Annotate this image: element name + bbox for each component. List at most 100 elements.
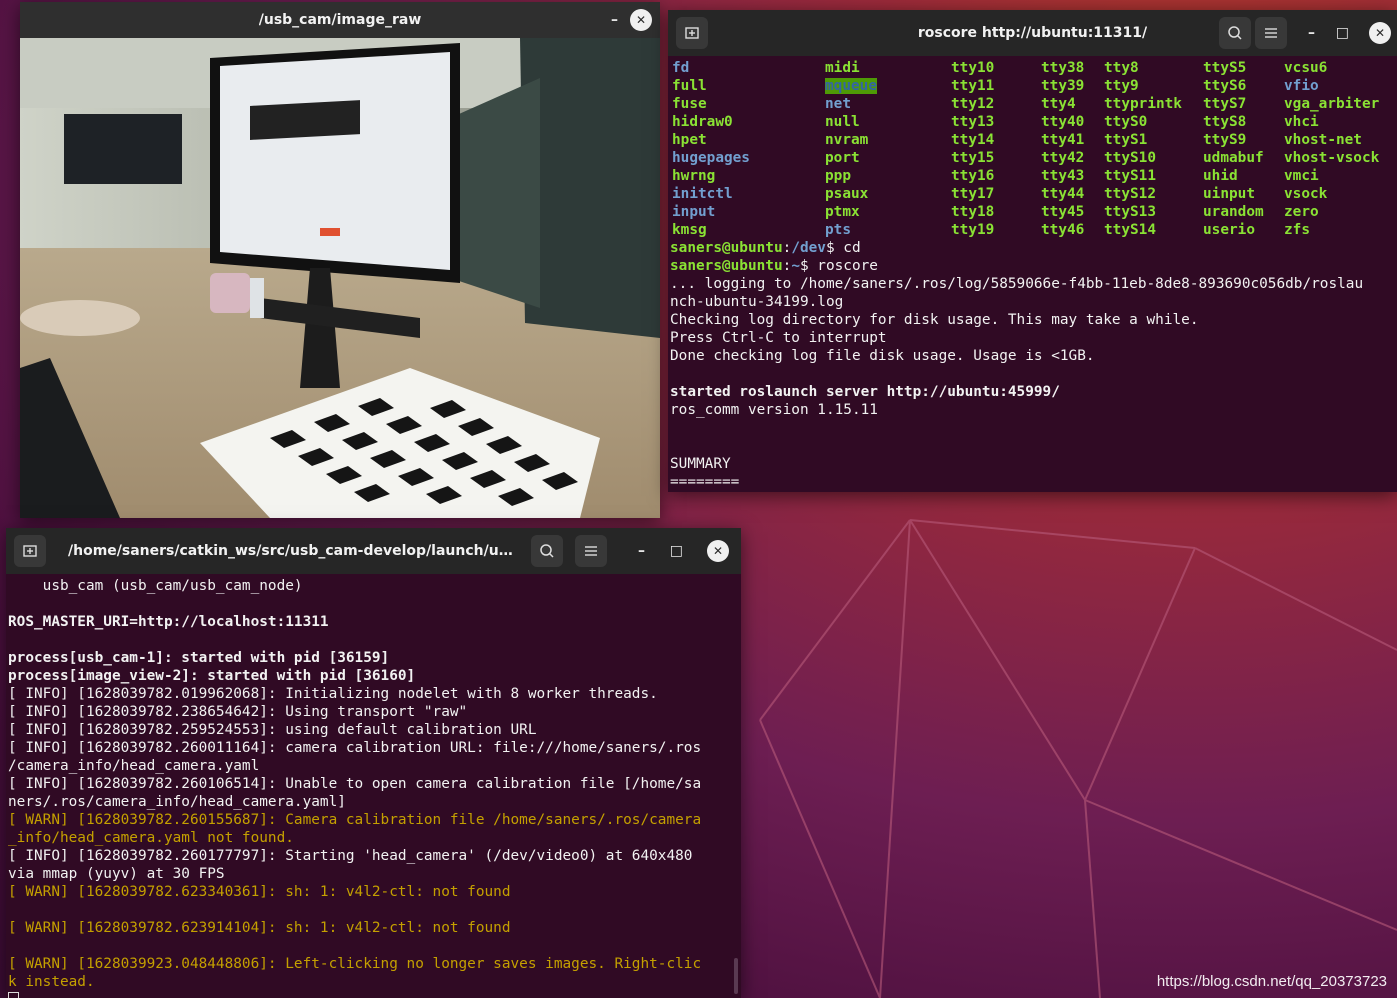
device-entry: null — [825, 114, 860, 130]
close-button[interactable]: ✕ — [630, 9, 652, 31]
usbcam-terminal-window[interactable]: /home/saners/catkin_ws/src/usb_cam-devel… — [6, 528, 741, 998]
device-entry: vga_arbiter — [1284, 96, 1380, 112]
terminal-line: ... logging to /home/saners/.ros/log/585… — [670, 276, 1364, 292]
terminal-line: ROS_MASTER_URI=http://localhost:11311 — [8, 614, 329, 630]
device-entry: zfs — [1284, 222, 1310, 238]
device-entry: net — [825, 96, 851, 112]
cursor-line — [8, 991, 741, 998]
device-column: tty38 tty39 tty4 tty40 tty41 tty42 tty43 tty44 t… — [1041, 59, 1084, 239]
roscore-window-title: roscore http://ubuntu:11311/ — [917, 25, 1148, 41]
terminal-line: _info/head_camera.yaml not found. — [8, 830, 294, 846]
device-entry: tty14 — [951, 132, 995, 148]
device-entry: zero — [1284, 204, 1319, 220]
prompt-sep: : — [782, 258, 792, 274]
search-icon[interactable] — [531, 535, 563, 567]
device-entry: ttyS13 — [1104, 204, 1156, 220]
terminal-line: Press Ctrl-C to interrupt — [670, 330, 887, 346]
image-view-window[interactable]: /usb_cam/image_raw – ✕ — [20, 2, 660, 518]
device-entry: hpet — [672, 132, 707, 148]
device-entry: tty18 — [951, 204, 995, 220]
camera-image[interactable] — [20, 38, 660, 518]
device-entry: ttyS8 — [1203, 114, 1247, 130]
device-entry: ttyS11 — [1104, 168, 1156, 184]
prompt-command: $ cd — [825, 240, 861, 256]
prompt-line: saners@ubuntu:~$ roscore — [670, 257, 1397, 275]
terminal-line: [ WARN] [1628039782.623914104]: sh: 1: v… — [8, 920, 511, 936]
device-entry: ppp — [825, 168, 851, 184]
close-button[interactable]: ✕ — [707, 540, 729, 562]
terminal-line: process[image_view-2]: started with pid … — [8, 668, 416, 684]
prompt-sep: : — [782, 240, 792, 256]
terminal-line: [ WARN] [1628039923.048448806]: Left-cli… — [8, 956, 702, 972]
device-column: midi mqueue net null nvram port ppp psaux ptmx pt… — [825, 59, 877, 239]
device-entry: ttyS10 — [1104, 150, 1156, 166]
device-entry: ttyS14 — [1104, 222, 1156, 238]
device-entry: tty16 — [951, 168, 995, 184]
new-tab-icon[interactable] — [676, 17, 708, 49]
device-entry: tty46 — [1041, 222, 1085, 238]
terminal-line: [ INFO] [1628039782.260011164]: camera c… — [8, 740, 702, 756]
prompt-user: saners@ubuntu — [670, 240, 783, 256]
usbcam-titlebar[interactable]: /home/saners/catkin_ws/src/usb_cam-devel… — [6, 528, 741, 574]
camera-frame-picture — [20, 38, 660, 518]
device-entry: port — [825, 150, 860, 166]
terminal-line: k instead. — [8, 974, 95, 990]
device-entry: ttyS12 — [1104, 186, 1156, 202]
device-entry: tty39 — [1041, 78, 1085, 94]
device-entry: tty11 — [951, 78, 995, 94]
menu-icon[interactable] — [1255, 17, 1287, 49]
menu-icon[interactable] — [575, 535, 607, 567]
terminal-line: [ INFO] [1628039782.238654642]: Using tr… — [8, 704, 468, 720]
scrollbar[interactable] — [734, 958, 738, 994]
terminal-line: ======== — [670, 474, 740, 490]
terminal-line: /camera_info/head_camera.yaml — [8, 758, 260, 774]
terminal-line: SUMMARY — [670, 456, 731, 472]
terminal-line: [ INFO] [1628039782.019962068]: Initiali… — [8, 686, 658, 702]
watermark: https://blog.csdn.net/qq_20373723 — [1156, 973, 1387, 990]
device-entry: urandom — [1203, 204, 1264, 220]
terminal-line: nch-ubuntu-34199.log — [670, 294, 844, 310]
prompt-command: $ roscore — [799, 258, 878, 274]
device-entry: ttyS6 — [1203, 78, 1247, 94]
device-entry: tty41 — [1041, 132, 1085, 148]
minimize-button[interactable]: – — [1308, 25, 1315, 41]
device-entry: psaux — [825, 186, 869, 202]
maximize-button[interactable]: □ — [1336, 25, 1349, 41]
device-entry: nvram — [825, 132, 869, 148]
device-entry: fd — [672, 60, 690, 76]
terminal-line: ros_comm version 1.15.11 — [670, 402, 878, 418]
terminal-line: [ WARN] [1628039782.623340361]: sh: 1: v… — [8, 884, 511, 900]
prompt-path: /dev — [791, 240, 826, 256]
device-entry: initctl — [672, 186, 733, 202]
device-entry: udmabuf — [1203, 150, 1264, 166]
device-entry: tty8 — [1104, 60, 1139, 76]
device-entry: ttyS5 — [1203, 60, 1247, 76]
minimize-button[interactable]: – — [638, 543, 645, 559]
terminal-cursor — [8, 991, 19, 998]
new-tab-icon[interactable] — [14, 535, 46, 567]
device-entry: tty45 — [1041, 204, 1085, 220]
device-entry: vfio — [1284, 78, 1319, 94]
device-entry: fuse — [672, 96, 707, 112]
device-entry: kmsg — [672, 222, 707, 238]
usbcam-terminal-output[interactable]: usb_cam (usb_cam/usb_cam_node) ROS_MASTER… — [6, 574, 741, 998]
device-entry: tty19 — [951, 222, 995, 238]
device-column: fd full fuse hidraw0 hpet hugepages hwrng initc… — [672, 59, 750, 239]
roscore-terminal-window[interactable]: roscore http://ubuntu:11311/ – □ ✕ fd ful… — [668, 10, 1397, 492]
close-button[interactable]: ✕ — [1369, 22, 1391, 44]
minimize-button[interactable]: – — [611, 12, 618, 28]
roscore-output-lines: ... logging to /home/saners/.ros/log/585… — [670, 275, 1397, 491]
device-entry: userio — [1203, 222, 1255, 238]
device-entry: tty38 — [1041, 60, 1085, 76]
terminal-line: ners/.ros/camera_info/head_camera.yaml] — [8, 794, 346, 810]
device-entry: pts — [825, 222, 851, 238]
search-icon[interactable] — [1219, 17, 1251, 49]
roscore-terminal-output[interactable]: fd full fuse hidraw0 hpet hugepages hwrng initc… — [668, 56, 1397, 492]
image-window-titlebar[interactable]: /usb_cam/image_raw – ✕ — [20, 2, 660, 38]
terminal-line: [ WARN] [1628039782.260155687]: Camera c… — [8, 812, 702, 828]
maximize-button[interactable]: □ — [670, 543, 683, 559]
roscore-titlebar[interactable]: roscore http://ubuntu:11311/ – □ ✕ — [668, 10, 1397, 56]
device-entry: tty43 — [1041, 168, 1085, 184]
